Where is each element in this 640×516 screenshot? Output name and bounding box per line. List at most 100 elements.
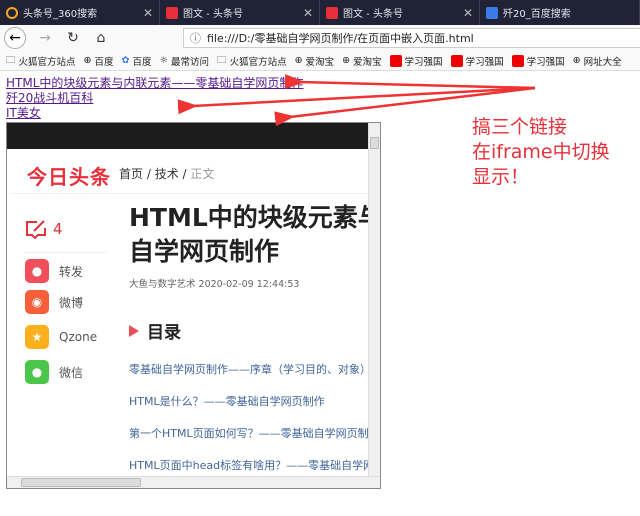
toc-link[interactable]: 第一个HTML页面如何写？——零基础自学网页制作 — [129, 425, 369, 441]
title-line: 自学网页制作 — [129, 237, 280, 266]
bookmark-label: 学习强国 — [465, 56, 504, 68]
horizontal-scrollbar[interactable] — [7, 476, 380, 488]
navigation-bar: ← → ↻ ⌂ ⓘ file:///D:/零基础自学网页制作/在页面中嵌入页面.h… — [0, 25, 640, 51]
annotation-line: 在iframe中切换 — [472, 141, 610, 163]
header-bar — [7, 123, 369, 149]
bookmark[interactable]: ⊕ 网址大全 — [573, 54, 622, 68]
bookmark-label: 爱淘宝 — [305, 56, 335, 68]
vertical-scrollbar[interactable] — [368, 123, 380, 477]
globe-icon: ⊕ — [342, 55, 351, 66]
comment-button[interactable]: 4 — [25, 219, 63, 239]
bookmark-label: 网址大全 — [583, 56, 622, 68]
toc-link[interactable]: HTML是什么？——零基础自学网页制作 — [129, 393, 369, 409]
repost-icon: ● — [25, 259, 49, 283]
bookmark[interactable]: 学习强国 — [450, 54, 504, 68]
share-repost[interactable]: ● 转发 — [25, 259, 83, 283]
toutiao-icon — [326, 6, 338, 19]
bookmark[interactable]: ⊕ 百度 — [84, 54, 114, 68]
annotation-line: 搞三个链接 — [472, 116, 568, 138]
tab-toutiao-2[interactable]: 图文 - 头条号 ✕ — [320, 0, 480, 25]
share-weibo[interactable]: ◉ 微博 — [25, 290, 83, 314]
toutiao-icon — [166, 6, 178, 19]
toc-link[interactable]: 零基础自学网页制作——序章（学习目的、对象） — [129, 361, 369, 377]
comment-count: 4 — [53, 220, 63, 238]
divider — [25, 252, 107, 253]
triangle-icon — [129, 324, 139, 337]
bookmark[interactable]: ✿ 百度 — [122, 54, 152, 68]
weibo-icon: ◉ — [25, 290, 49, 314]
globe-icon: ⊕ — [294, 55, 303, 66]
toc-heading: 目录 — [129, 318, 181, 343]
arrow-to-link-1 — [284, 74, 536, 90]
bookmark[interactable]: 学习强国 — [511, 54, 565, 68]
folder-icon: 🗀 — [6, 54, 16, 66]
share-wechat[interactable]: ● 微信 — [25, 360, 83, 384]
breadcrumb-current: 正文 — [190, 167, 215, 181]
tab-baidu[interactable]: 歼20_百度搜索 — [480, 0, 640, 25]
bookmark-label: 学习强国 — [404, 56, 443, 68]
tab-title: 图文 - 头条号 — [183, 9, 243, 20]
toc-link[interactable]: HTML页面中head标签有啥用？——零基础自学网页制作 — [129, 457, 369, 473]
close-icon[interactable]: ✕ — [143, 6, 153, 20]
title-line: HTML中的块级元素与内联元素——零基础 — [129, 203, 369, 232]
share-label: 微信 — [59, 365, 84, 380]
360-search-icon — [6, 6, 18, 19]
tab-360-search[interactable]: 头条号_360搜索 ✕ — [0, 0, 160, 25]
qzone-star-icon: ★ — [25, 325, 49, 349]
link-j20[interactable]: 歼20战斗机百科 — [6, 91, 303, 106]
close-icon[interactable]: ✕ — [463, 6, 473, 20]
bookmark[interactable]: ⊕ 爱淘宝 — [295, 54, 334, 68]
breadcrumb-sep: / — [143, 167, 155, 181]
share-label: 转发 — [59, 264, 84, 279]
share-label: Qzone — [59, 330, 98, 344]
tab-bar: 头条号_360搜索 ✕ 图文 - 头条号 ✕ 图文 - 头条号 ✕ 歼20_百度搜索 — [0, 0, 640, 25]
bookmark[interactable]: 学习强国 — [389, 54, 443, 68]
baidu-paw-icon — [486, 6, 498, 19]
bookmark[interactable]: ☼ 最常访问 — [160, 54, 210, 68]
bookmark-label: 最常访问 — [171, 56, 210, 68]
scroll-thumb[interactable] — [21, 478, 141, 487]
bookmark[interactable]: 🗀 火狐官方站点 — [217, 53, 287, 69]
xuexi-icon — [389, 54, 402, 67]
globe-icon: ⊕ — [83, 55, 92, 66]
scroll-thumb[interactable] — [370, 137, 379, 149]
bookmark-label: 火狐官方站点 — [229, 56, 287, 68]
share-label: 微博 — [59, 295, 84, 310]
bookmark[interactable]: ⊕ 爱淘宝 — [342, 54, 381, 68]
iframe: 今日头条 首页 / 技术 / 正文 4 ● 转发 ◉ 微博 ★ Qzone ● 微信 H… — [6, 122, 381, 489]
globe-icon: ⊕ — [572, 55, 581, 66]
close-icon[interactable]: ✕ — [303, 6, 313, 20]
bookmark-label: 百度 — [94, 56, 114, 68]
arrow-to-link-3 — [274, 86, 536, 127]
tab-title: 歼20_百度搜索 — [503, 9, 571, 20]
article-meta: 大鱼与数字艺术 2020-02-09 12:44:53 — [129, 279, 300, 290]
annotation-text: 搞三个链接 在iframe中切换 显示！ — [472, 115, 610, 190]
wechat-icon: ● — [25, 360, 49, 384]
reload-button[interactable]: ↻ — [64, 30, 82, 46]
home-button[interactable]: ⌂ — [92, 30, 110, 46]
bookmark-label: 爱淘宝 — [353, 56, 382, 68]
info-icon: ⓘ — [190, 32, 201, 45]
tab-toutiao-1[interactable]: 图文 - 头条号 ✕ — [160, 0, 320, 25]
breadcrumb-home[interactable]: 首页 — [119, 167, 143, 181]
address-bar[interactable]: ⓘ file:///D:/零基础自学网页制作/在页面中嵌入页面.html — [183, 28, 640, 48]
tab-title: 头条号_360搜索 — [23, 9, 98, 20]
bookmark-label: 百度 — [132, 56, 152, 68]
bookmark[interactable]: 🗀 火狐官方站点 — [6, 53, 76, 69]
link-it-beauty[interactable]: IT美女 — [6, 106, 303, 121]
link-html-article[interactable]: HTML中的块级元素与内联元素——零基础自学网页制作 — [6, 76, 303, 91]
baidu-paw-icon: ✿ — [121, 55, 130, 66]
breadcrumb-tech[interactable]: 技术 — [155, 167, 179, 181]
bookmarks-bar: 🗀 火狐官方站点 ⊕ 百度 ✿ 百度 ☼ 最常访问 🗀 火狐官方站点 ⊕ 爱淘宝 ⊕ 爱淘宝 … — [0, 51, 640, 71]
toutiao-logo[interactable]: 今日头条 — [27, 161, 111, 190]
annotation-line: 显示！ — [472, 166, 530, 188]
url-text: file:///D:/零基础自学网页制作/在页面中嵌入页面.html — [207, 32, 474, 45]
share-qzone[interactable]: ★ Qzone — [25, 325, 97, 349]
breadcrumb-sep: / — [178, 167, 191, 181]
bookmark-label: 火狐官方站点 — [18, 56, 76, 68]
xuexi-icon — [511, 54, 524, 67]
forward-button[interactable]: → — [36, 30, 54, 46]
divider — [11, 193, 369, 194]
xuexi-icon — [450, 54, 463, 67]
back-button[interactable]: ← — [4, 27, 26, 49]
